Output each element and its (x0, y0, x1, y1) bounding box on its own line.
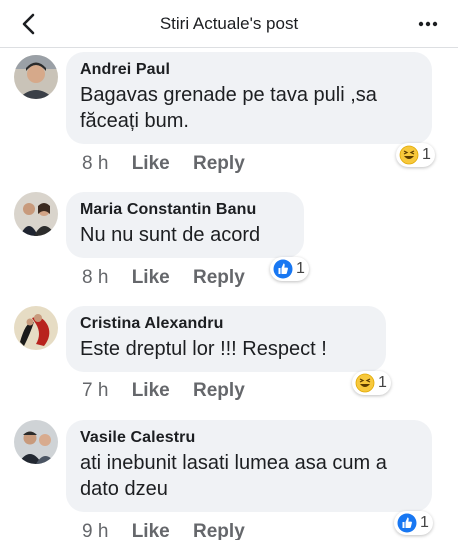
reaction-count: 1 (378, 374, 387, 391)
comment-author[interactable]: Vasile Calestru (80, 428, 418, 448)
reaction-count: 1 (422, 146, 431, 163)
reaction-count: 1 (296, 260, 305, 277)
post-header: Stiri Actuale's post (0, 0, 458, 48)
reply-link[interactable]: Reply (193, 153, 245, 174)
comment-time: 8 h (82, 267, 109, 288)
like-link[interactable]: Like (132, 267, 170, 288)
reaction-badge[interactable]: 1 (352, 371, 391, 395)
like-reaction-icon (397, 513, 417, 533)
like-reaction-icon (273, 259, 293, 279)
haha-reaction-icon (355, 373, 375, 393)
reply-link[interactable]: Reply (193, 380, 245, 401)
comment-author[interactable]: Maria Constantin Banu (80, 200, 290, 220)
comment-bubble: Maria Constantin Banu Nu nu sunt de acor… (66, 192, 304, 258)
comment-time: 8 h (82, 153, 109, 174)
comment-bubble: Andrei Paul Bagavas grenade pe tava puli… (66, 52, 432, 144)
avatar[interactable] (14, 55, 58, 99)
reaction-count: 1 (420, 514, 429, 531)
like-link[interactable]: Like (132, 521, 170, 540)
more-dots-icon[interactable] (416, 12, 440, 36)
reply-link[interactable]: Reply (193, 267, 245, 288)
reaction-badge[interactable]: 1 (396, 143, 435, 167)
comment-actions: 7 h Like Reply (82, 380, 263, 402)
avatar[interactable] (14, 192, 58, 236)
like-link[interactable]: Like (132, 153, 170, 174)
reaction-badge[interactable]: 1 (394, 511, 433, 535)
comment-time: 9 h (82, 521, 109, 540)
haha-reaction-icon (399, 145, 419, 165)
avatar[interactable] (14, 420, 58, 464)
reaction-badge[interactable]: 1 (270, 257, 309, 281)
avatar[interactable] (14, 306, 58, 350)
page-title: Stiri Actuale's post (159, 14, 299, 33)
reply-link[interactable]: Reply (193, 521, 245, 540)
comment-text: Bagavas grenade pe tava puli ,sa făceați… (80, 84, 377, 132)
comment-actions: 8 h Like Reply (82, 267, 263, 289)
like-link[interactable]: Like (132, 380, 170, 401)
comment-author[interactable]: Cristina Alexandru (80, 314, 372, 334)
comment-bubble: Vasile Calestru ati inebunit lasati lume… (66, 420, 432, 512)
comment-text: Este dreptul lor !!! Respect ! (80, 338, 327, 360)
comment-text: Nu nu sunt de acord (80, 224, 261, 246)
comment-actions: 9 h Like Reply (82, 521, 263, 540)
comment-actions: 8 h Like Reply (82, 153, 263, 175)
comment-text: ati inebunit lasati lumea asa cum a dato… (80, 452, 387, 500)
comment-bubble: Cristina Alexandru Este dreptul lor !!! … (66, 306, 386, 372)
comment-author[interactable]: Andrei Paul (80, 60, 418, 80)
comment-time: 7 h (82, 380, 109, 401)
